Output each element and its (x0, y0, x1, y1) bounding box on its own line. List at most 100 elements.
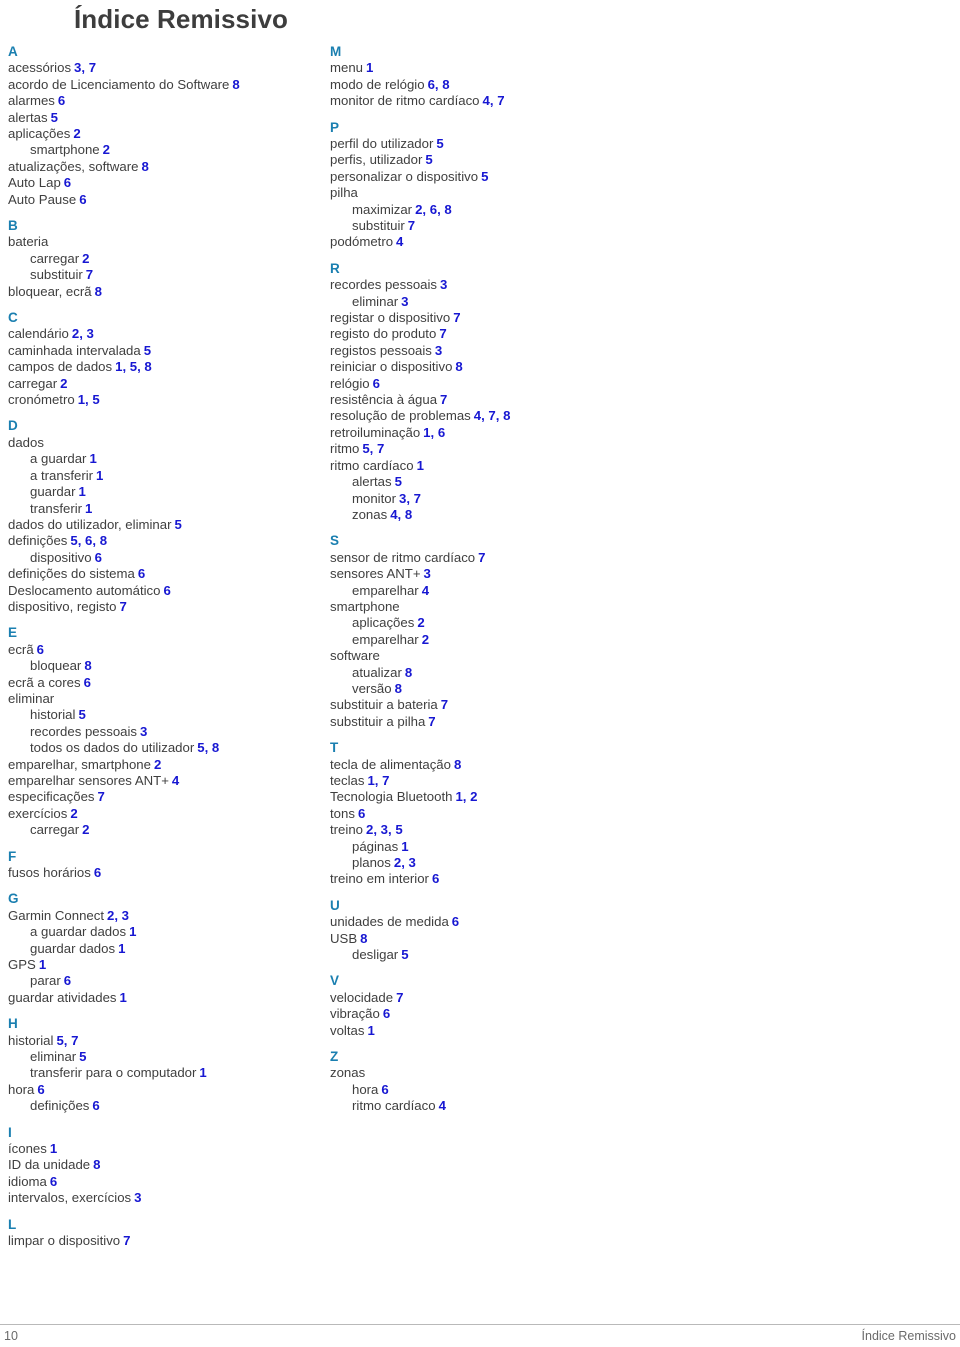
index-entry[interactable]: carregar 2 (8, 251, 318, 267)
index-entry[interactable]: eliminar 3 (330, 294, 650, 310)
index-entry[interactable]: smartphone (330, 599, 650, 615)
index-entry-pages[interactable]: 3 (401, 294, 408, 309)
index-entry[interactable]: zonas 4, 8 (330, 507, 650, 523)
index-entry[interactable]: registo do produto 7 (330, 326, 650, 342)
index-entry[interactable]: Deslocamento automático 6 (8, 583, 318, 599)
index-entry[interactable]: sensor de ritmo cardíaco 7 (330, 550, 650, 566)
index-entry-pages[interactable]: 6 (92, 1098, 99, 1113)
index-entry-pages[interactable]: 7 (441, 697, 448, 712)
index-entry-pages[interactable]: 2 (103, 142, 110, 157)
index-entry-pages[interactable]: 7 (439, 326, 446, 341)
index-entry-pages[interactable]: 6 (432, 871, 439, 886)
index-entry[interactable]: todos os dados do utilizador 5, 8 (8, 740, 318, 756)
index-entry[interactable]: a guardar dados 1 (8, 924, 318, 940)
index-entry[interactable]: definições do sistema 6 (8, 566, 318, 582)
index-entry-pages[interactable]: 6 (84, 675, 91, 690)
index-entry[interactable]: vibração 6 (330, 1006, 650, 1022)
index-entry-pages[interactable]: 8 (405, 665, 412, 680)
index-entry[interactable]: idioma 6 (8, 1174, 318, 1190)
index-entry[interactable]: GPS 1 (8, 957, 318, 973)
index-entry[interactable]: podómetro 4 (330, 234, 650, 250)
index-entry[interactable]: transferir para o computador 1 (8, 1065, 318, 1081)
index-entry[interactable]: Auto Pause 6 (8, 192, 318, 208)
index-entry[interactable]: parar 6 (8, 973, 318, 989)
index-entry-pages[interactable]: 1 (199, 1065, 206, 1080)
index-entry-pages[interactable]: 1 (417, 458, 424, 473)
index-entry-pages[interactable]: 5 (174, 517, 181, 532)
index-entry-pages[interactable]: 8 (395, 681, 402, 696)
index-entry[interactable]: substituir 7 (8, 267, 318, 283)
index-entry-pages[interactable]: 2 (70, 806, 77, 821)
index-entry[interactable]: teclas 1, 7 (330, 773, 650, 789)
index-entry-pages[interactable]: 1, 5 (78, 392, 100, 407)
index-entry-pages[interactable]: 5, 7 (56, 1033, 78, 1048)
index-entry-pages[interactable]: 6 (64, 973, 71, 988)
index-entry[interactable]: retroiluminação 1, 6 (330, 425, 650, 441)
index-entry-pages[interactable]: 6 (383, 1006, 390, 1021)
index-entry[interactable]: voltas 1 (330, 1023, 650, 1039)
index-entry-pages[interactable]: 7 (119, 599, 126, 614)
index-entry-pages[interactable]: 8 (95, 284, 102, 299)
index-entry-pages[interactable]: 7 (396, 990, 403, 1005)
index-entry-pages[interactable]: 5 (144, 343, 151, 358)
index-entry-pages[interactable]: 3 (424, 566, 431, 581)
index-entry-pages[interactable]: 2, 3 (72, 326, 94, 341)
index-entry-pages[interactable]: 6, 8 (428, 77, 450, 92)
index-entry-pages[interactable]: 8 (455, 359, 462, 374)
index-entry-pages[interactable]: 5 (401, 947, 408, 962)
index-entry-pages[interactable]: 3, 7 (399, 491, 421, 506)
index-entry[interactable]: registos pessoais 3 (330, 343, 650, 359)
index-entry-pages[interactable]: 1 (401, 839, 408, 854)
index-entry-pages[interactable]: 6 (373, 376, 380, 391)
index-entry-pages[interactable]: 1, 7 (367, 773, 389, 788)
index-entry-pages[interactable]: 7 (86, 267, 93, 282)
index-entry-pages[interactable]: 1, 5, 8 (115, 359, 152, 374)
index-entry[interactable]: tecla de alimentação 8 (330, 757, 650, 773)
index-entry[interactable]: aplicações 2 (8, 126, 318, 142)
index-entry[interactable]: guardar dados 1 (8, 941, 318, 957)
index-entry-pages[interactable]: 1, 2 (455, 789, 477, 804)
index-entry-pages[interactable]: 5 (51, 110, 58, 125)
index-entry-pages[interactable]: 1 (96, 468, 103, 483)
index-entry[interactable]: sensores ANT+ 3 (330, 566, 650, 582)
index-entry-pages[interactable]: 2 (73, 126, 80, 141)
index-entry-pages[interactable]: 6 (163, 583, 170, 598)
index-entry[interactable]: guardar 1 (8, 484, 318, 500)
index-entry[interactable]: definições 5, 6, 8 (8, 533, 318, 549)
index-entry[interactable]: atualizar 8 (330, 665, 650, 681)
index-entry[interactable]: guardar atividades 1 (8, 990, 318, 1006)
index-entry[interactable]: resistência à água 7 (330, 392, 650, 408)
index-entry[interactable]: zonas (330, 1065, 650, 1081)
index-entry[interactable]: a guardar 1 (8, 451, 318, 467)
index-entry[interactable]: Garmin Connect 2, 3 (8, 908, 318, 924)
index-entry[interactable]: monitor de ritmo cardíaco 4, 7 (330, 93, 650, 109)
index-entry-pages[interactable]: 4 (396, 234, 403, 249)
index-entry-pages[interactable]: 6 (138, 566, 145, 581)
index-entry[interactable]: hora 6 (330, 1082, 650, 1098)
index-entry-pages[interactable]: 6 (452, 914, 459, 929)
index-entry-pages[interactable]: 8 (84, 658, 91, 673)
index-entry[interactable]: recordes pessoais 3 (8, 724, 318, 740)
index-entry[interactable]: Auto Lap 6 (8, 175, 318, 191)
index-entry-pages[interactable]: 7 (440, 392, 447, 407)
index-entry[interactable]: personalizar o dispositivo 5 (330, 169, 650, 185)
index-entry[interactable]: ID da unidade 8 (8, 1157, 318, 1173)
index-entry-pages[interactable]: 1 (39, 957, 46, 972)
index-entry-pages[interactable]: 1 (367, 1023, 374, 1038)
index-entry[interactable]: monitor 3, 7 (330, 491, 650, 507)
index-entry-pages[interactable]: 6 (37, 1082, 44, 1097)
index-entry-pages[interactable]: 4 (172, 773, 179, 788)
index-entry[interactable]: modo de relógio 6, 8 (330, 77, 650, 93)
index-entry-pages[interactable]: 5, 8 (197, 740, 219, 755)
index-entry-pages[interactable]: 7 (453, 310, 460, 325)
index-entry[interactable]: bloquear, ecrã 8 (8, 284, 318, 300)
index-entry-pages[interactable]: 1 (50, 1141, 57, 1156)
index-entry[interactable]: perfis, utilizador 5 (330, 152, 650, 168)
index-entry[interactable]: maximizar 2, 6, 8 (330, 202, 650, 218)
index-entry-pages[interactable]: 7 (123, 1233, 130, 1248)
index-entry-pages[interactable]: 3 (134, 1190, 141, 1205)
index-entry-pages[interactable]: 2 (82, 822, 89, 837)
index-entry-pages[interactable]: 5 (79, 1049, 86, 1064)
index-entry-pages[interactable]: 5 (481, 169, 488, 184)
index-entry-pages[interactable]: 7 (478, 550, 485, 565)
